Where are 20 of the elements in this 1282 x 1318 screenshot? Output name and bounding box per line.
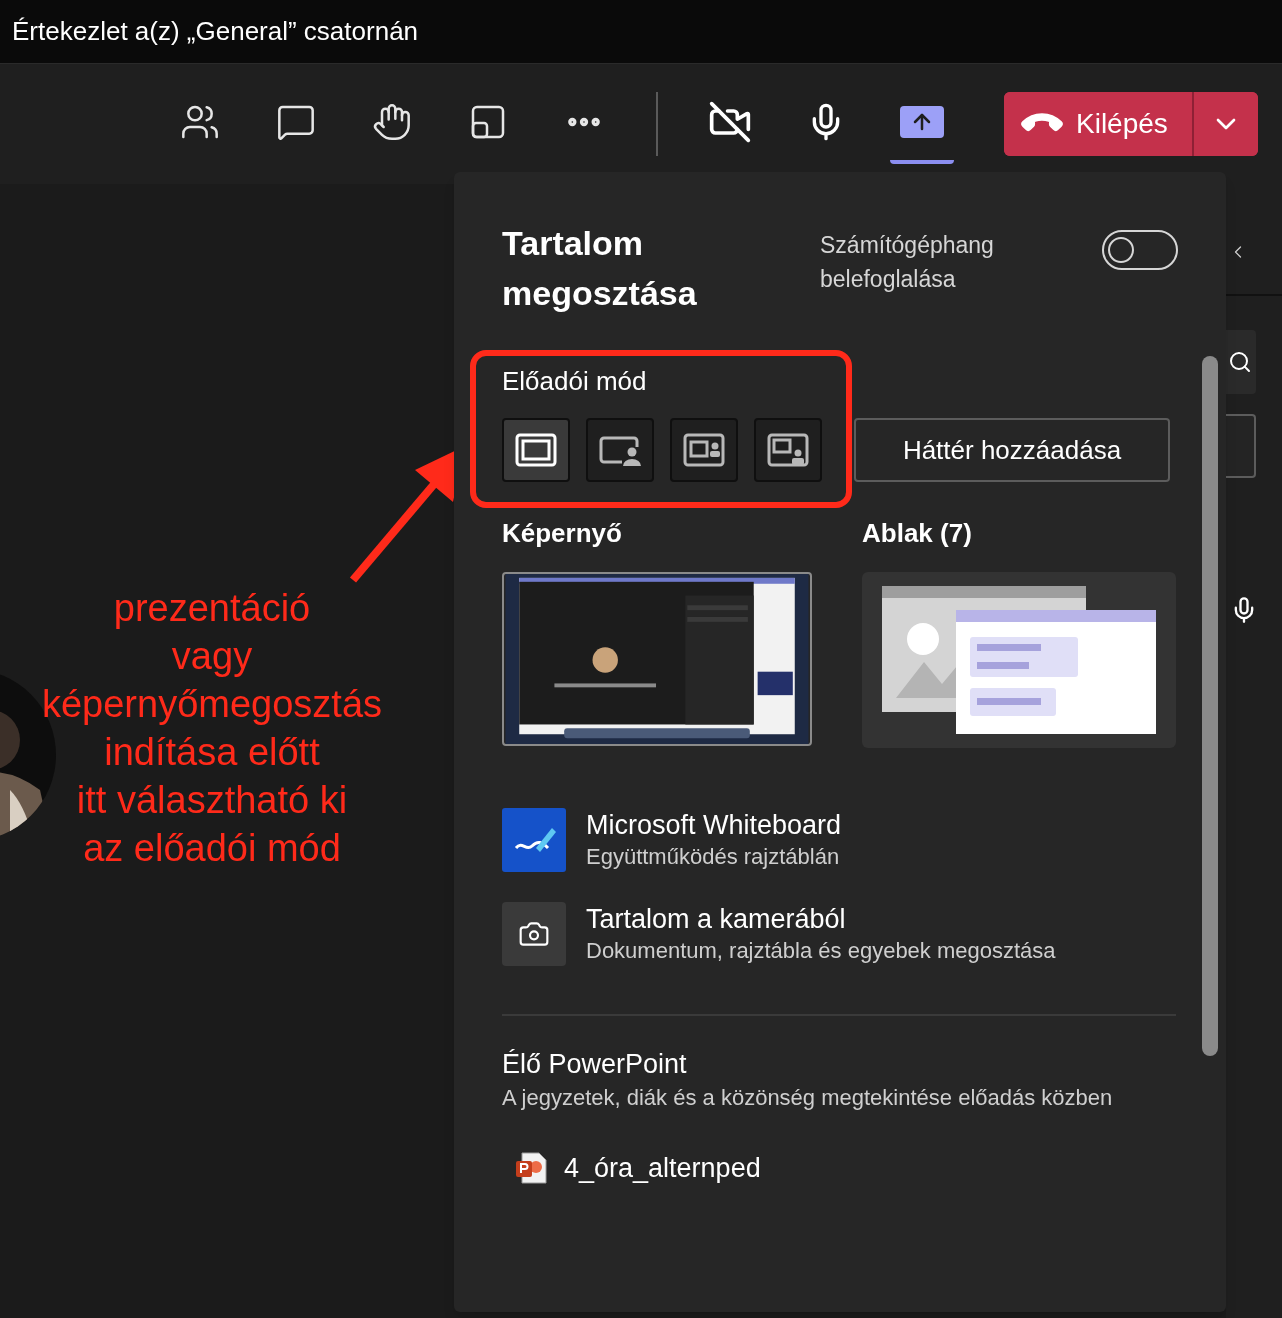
app-title[interactable]: Microsoft Whiteboard (586, 808, 842, 842)
annotation-text: vagy (171, 634, 253, 679)
file-item[interactable]: 4_óra_alternped (502, 1148, 1178, 1189)
window-title: Értekezlet a(z) „General” csatornán (12, 15, 419, 48)
annotation-text: indítása előtt (104, 730, 320, 775)
app-subtitle: Együttműködés rajztáblán (586, 843, 841, 871)
section-title: Élő PowerPoint (502, 1048, 688, 1081)
annotation-text: az előadói mód (83, 826, 341, 871)
panel-title: Tartalom megosztása (502, 223, 698, 314)
annotation-text: képernyőmegosztás (41, 682, 383, 727)
annotation-text: itt választható ki (76, 778, 348, 823)
toggle-label: Számítógéphang belefoglalása (820, 231, 995, 294)
add-background-button[interactable]: Háttér hozzáadása (854, 418, 1170, 482)
app-title[interactable]: Tartalom a kamerából (586, 902, 1056, 936)
section-description: A jegyzetek, diák és a közönség megtekintése előadás közben (502, 1084, 1114, 1112)
section-label: Előadói mód (502, 365, 648, 398)
app-subtitle: Dokumentum, rajztábla és egyebek megosztása (586, 937, 1056, 965)
annotation-text: prezentáció (113, 586, 311, 631)
source-label: Képernyő (502, 517, 623, 550)
source-label: Ablak (7) (862, 517, 973, 550)
